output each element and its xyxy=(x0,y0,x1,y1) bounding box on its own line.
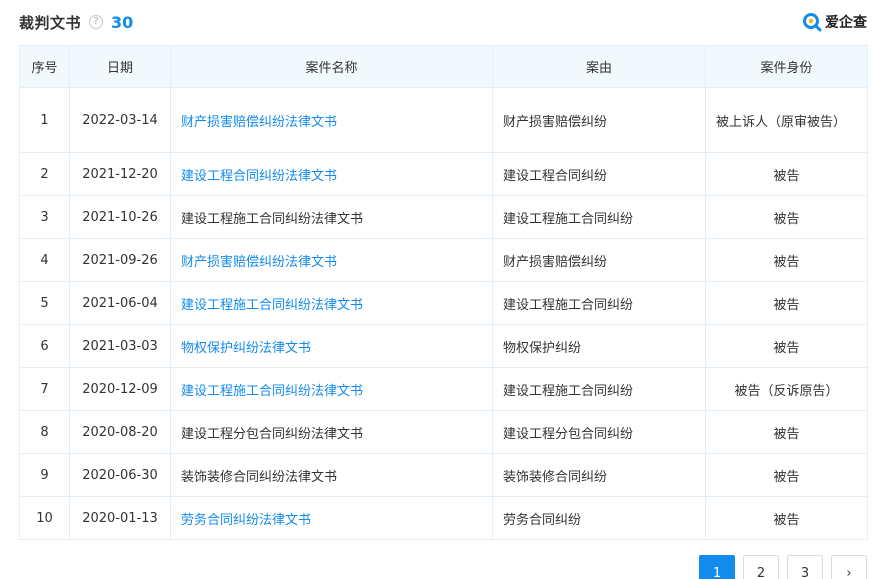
table-row: 10 2020-01-13 劳务合同纠纷法律文书 劳务合同纠纷 被告 xyxy=(19,496,868,540)
column-header-cause: 案由 xyxy=(492,45,706,88)
cell-no: 2 xyxy=(19,152,70,196)
cell-cause: 建设工程施工合同纠纷 xyxy=(492,367,706,411)
cell-no: 4 xyxy=(19,238,70,282)
cell-role: 被告 xyxy=(705,195,868,239)
record-count: 30 xyxy=(111,12,134,32)
cell-no: 1 xyxy=(19,87,70,153)
cell-role: 被告 xyxy=(705,238,868,282)
cell-no: 3 xyxy=(19,195,70,239)
table-row: 6 2021-03-03 物权保护纠纷法律文书 物权保护纠纷 被告 xyxy=(19,324,868,368)
table-row: 9 2020-06-30 装饰装修合同纠纷法律文书 装饰装修合同纠纷 被告 xyxy=(19,453,868,497)
cell-role: 被告 xyxy=(705,453,868,497)
section-title: 裁判文书 xyxy=(19,13,82,32)
case-name-link[interactable]: 建设工程合同纠纷法律文书 xyxy=(170,152,493,196)
help-icon[interactable]: ? xyxy=(89,15,104,29)
cell-role: 被告 xyxy=(705,324,868,368)
table-row: 4 2021-09-26 财产损害赔偿纠纷法律文书 财产损害赔偿纠纷 被告 xyxy=(19,238,868,282)
brand-name: 爱企查 xyxy=(825,15,867,31)
cell-cause: 财产损害赔偿纠纷 xyxy=(492,238,706,282)
cell-role: 被告 xyxy=(705,281,868,325)
cell-no: 5 xyxy=(19,281,70,325)
cell-date: 2021-06-04 xyxy=(69,281,171,325)
brand-logo: 爱企查 xyxy=(802,10,867,34)
cell-cause: 物权保护纠纷 xyxy=(492,324,706,368)
cell-no: 9 xyxy=(19,453,70,497)
cell-role: 被告 xyxy=(705,496,868,540)
page-button-3[interactable]: 3 xyxy=(787,555,823,579)
cell-role: 被上诉人（原审被告） xyxy=(705,87,868,153)
table-row: 8 2020-08-20 建设工程分包合同纠纷法律文书 建设工程分包合同纠纷 被告 xyxy=(19,410,868,454)
cell-date: 2022-03-14 xyxy=(69,87,171,153)
cell-case-name: 建设工程施工合同纠纷法律文书 xyxy=(170,195,493,239)
cell-date: 2020-01-13 xyxy=(69,496,171,540)
case-name-link[interactable]: 劳务合同纠纷法律文书 xyxy=(170,496,493,540)
cell-date: 2021-03-03 xyxy=(69,324,171,368)
cell-date: 2021-12-20 xyxy=(69,152,171,196)
page-button-2[interactable]: 2 xyxy=(743,555,779,579)
judgment-documents-table: 序号 日期 案件名称 案由 案件身份 1 2022-03-14 财产损害赔偿纠纷法律… xyxy=(19,45,868,540)
column-header-case-name: 案件名称 xyxy=(170,45,493,88)
cell-no: 10 xyxy=(19,496,70,540)
cell-role: 被告 xyxy=(705,410,868,454)
next-page-button[interactable]: › xyxy=(831,555,867,579)
case-name-link[interactable]: 物权保护纠纷法律文书 xyxy=(170,324,493,368)
case-name-link[interactable]: 财产损害赔偿纠纷法律文书 xyxy=(170,87,493,153)
cell-date: 2021-09-26 xyxy=(69,238,171,282)
cell-case-name: 建设工程分包合同纠纷法律文书 xyxy=(170,410,493,454)
cell-date: 2020-12-09 xyxy=(69,367,171,411)
table-row: 1 2022-03-14 财产损害赔偿纠纷法律文书 财产损害赔偿纠纷 被上诉人（原审被告… xyxy=(19,87,868,153)
table-row: 5 2021-06-04 建设工程施工合同纠纷法律文书 建设工程施工合同纠纷 被告 xyxy=(19,281,868,325)
cell-date: 2020-06-30 xyxy=(69,453,171,497)
case-name-link[interactable]: 建设工程施工合同纠纷法律文书 xyxy=(170,281,493,325)
column-header-date: 日期 xyxy=(69,45,171,88)
cell-no: 8 xyxy=(19,410,70,454)
cell-cause: 装饰装修合同纠纷 xyxy=(492,453,706,497)
cell-cause: 建设工程分包合同纠纷 xyxy=(492,410,706,454)
column-header-no: 序号 xyxy=(19,45,70,88)
cell-no: 6 xyxy=(19,324,70,368)
cell-cause: 建设工程合同纠纷 xyxy=(492,152,706,196)
cell-cause: 劳务合同纠纷 xyxy=(492,496,706,540)
table-row: 3 2021-10-26 建设工程施工合同纠纷法律文书 建设工程施工合同纠纷 被告 xyxy=(19,195,868,239)
cell-date: 2020-08-20 xyxy=(69,410,171,454)
pagination: 1 2 3 › xyxy=(699,555,867,579)
table-header-row: 序号 日期 案件名称 案由 案件身份 xyxy=(19,45,868,88)
cell-case-name: 装饰装修合同纠纷法律文书 xyxy=(170,453,493,497)
cell-role: 被告（反诉原告） xyxy=(705,367,868,411)
table-row: 7 2020-12-09 建设工程施工合同纠纷法律文书 建设工程施工合同纠纷 被告（反诉… xyxy=(19,367,868,411)
page-button-1[interactable]: 1 xyxy=(699,555,735,579)
table-row: 2 2021-12-20 建设工程合同纠纷法律文书 建设工程合同纠纷 被告 xyxy=(19,152,868,196)
case-name-link[interactable]: 建设工程施工合同纠纷法律文书 xyxy=(170,367,493,411)
brand-search-icon xyxy=(803,13,822,32)
cell-no: 7 xyxy=(19,367,70,411)
cell-cause: 建设工程施工合同纠纷 xyxy=(492,281,706,325)
case-name-link[interactable]: 财产损害赔偿纠纷法律文书 xyxy=(170,238,493,282)
column-header-role: 案件身份 xyxy=(705,45,868,88)
cell-date: 2021-10-26 xyxy=(69,195,171,239)
cell-cause: 财产损害赔偿纠纷 xyxy=(492,87,706,153)
section-header: 裁判文书 ? 30 爱企查 xyxy=(19,10,867,34)
cell-role: 被告 xyxy=(705,152,868,196)
cell-cause: 建设工程施工合同纠纷 xyxy=(492,195,706,239)
table-body: 1 2022-03-14 财产损害赔偿纠纷法律文书 财产损害赔偿纠纷 被上诉人（原审被告… xyxy=(19,87,868,540)
